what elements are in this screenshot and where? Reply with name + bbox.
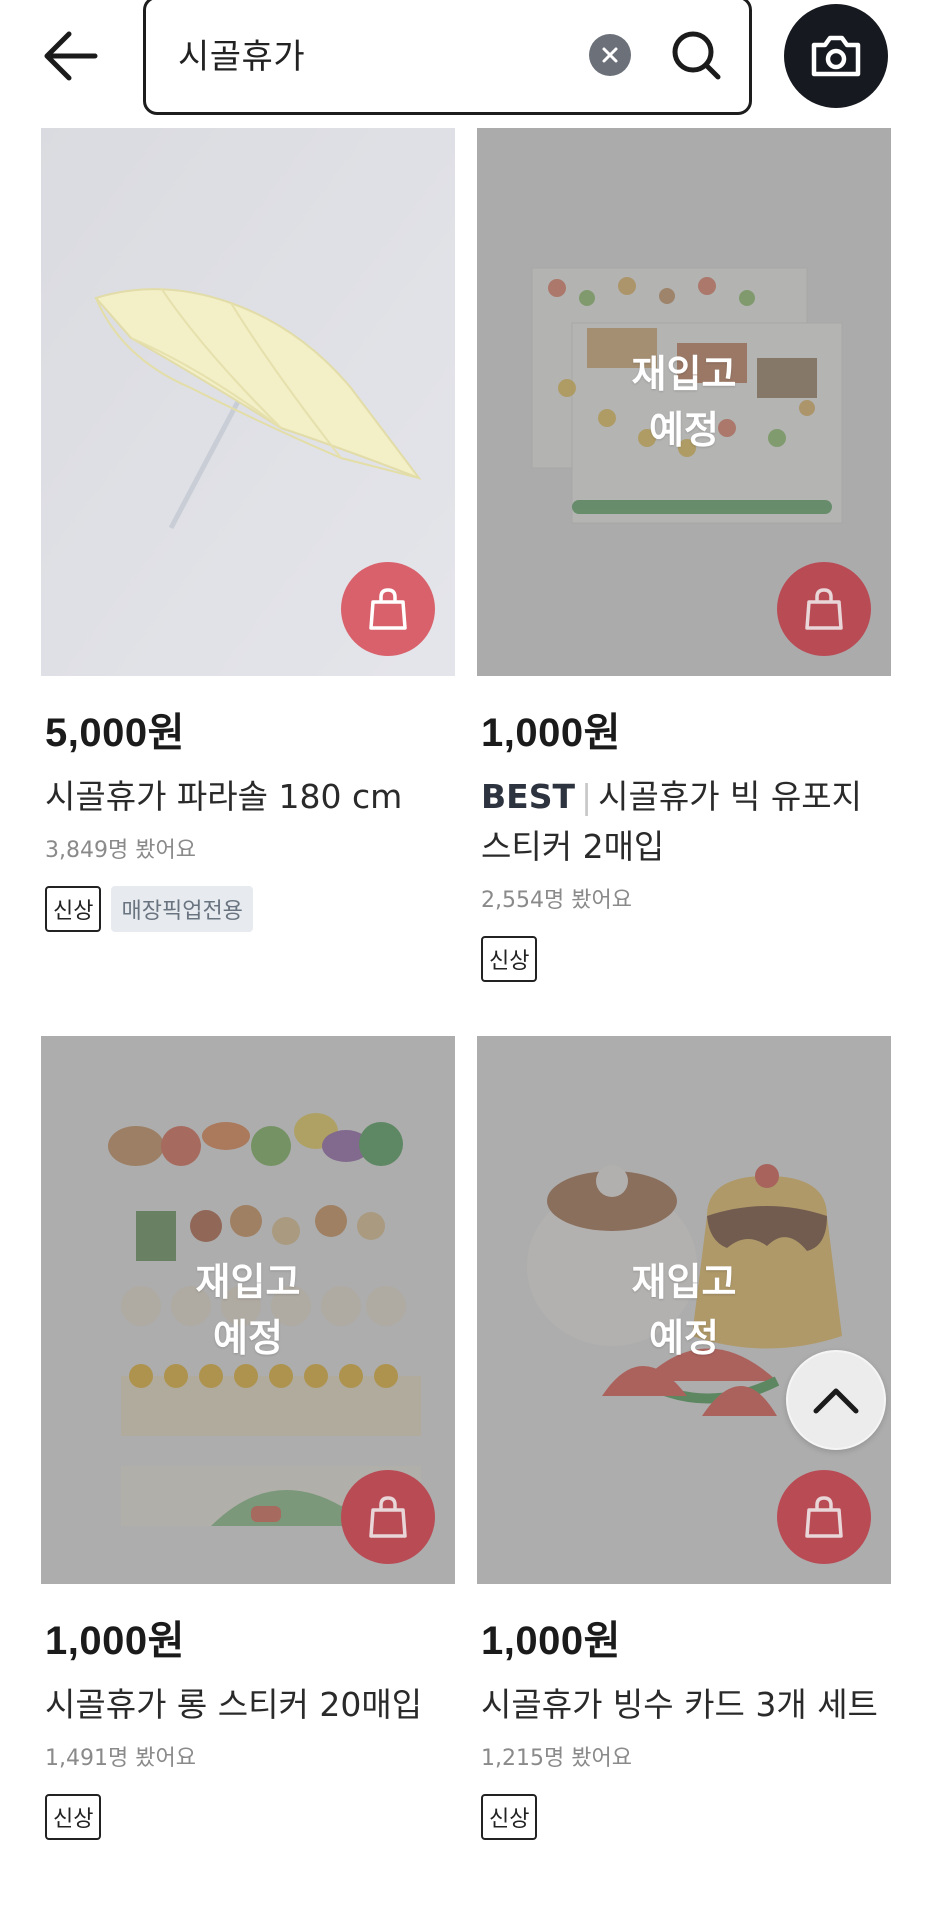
add-to-cart-button[interactable] [777,562,871,656]
product-image[interactable]: 재입고 예정 [477,1036,891,1584]
add-to-cart-button[interactable] [777,1470,871,1564]
product-tags: 신상 [481,936,891,982]
product-views: 2,554명 봤어요 [481,888,632,913]
restock-line-2: 예정 [649,408,719,452]
search-header: 시골휴가 [0,0,926,124]
search-query-text[interactable]: 시골휴가 [178,29,305,78]
add-to-cart-button[interactable] [341,1470,435,1564]
product-views: 3,849명 봤어요 [45,838,196,863]
camera-search-button[interactable] [784,4,888,108]
product-tags: 신상 [45,1794,455,1840]
scroll-to-top-button[interactable] [786,1350,886,1450]
product-price: 1,000원 [45,1619,185,1663]
restock-line-1: 재입고 [631,352,737,396]
restock-overlay: 재입고 예정 [477,1254,891,1366]
product-title[interactable]: BEST | 시골휴가 빅 유포지 스티커 2매입 [481,772,891,872]
product-title[interactable]: 시골휴가 파라솔 180 cm [45,772,455,822]
product-card[interactable]: 5,000원 시골휴가 파라솔 180 cm 3,849명 봤어요 신상 매장픽… [41,128,455,932]
product-tags: 신상 [481,1794,891,1840]
search-icon [672,31,721,80]
product-image[interactable] [41,128,455,676]
product-title[interactable]: 시골휴가 빙수 카드 3개 세트 [481,1680,891,1730]
product-card[interactable]: 재입고 예정 1,000원 BEST | 시골휴가 빅 유포지 스티커 2매입 2,… [477,128,891,982]
new-badge: 신상 [481,936,538,982]
new-badge: 신상 [481,1794,538,1840]
shopping-bag-icon [369,1496,407,1538]
shopping-bag-icon [369,588,407,630]
product-card[interactable]: 재입고 예정 1,000원 시골휴가 롱 스티커 20매입 1,491명 봤어요… [41,1036,455,1840]
product-price: 5,000원 [45,711,185,755]
restock-overlay: 재입고 예정 [41,1254,455,1366]
restock-line-1: 재입고 [195,1260,301,1304]
shopping-bag-icon [805,1496,843,1538]
shopping-bag-icon [805,588,843,630]
restock-overlay: 재입고 예정 [477,346,891,458]
clear-search-button[interactable] [589,34,631,76]
product-views: 1,491명 봤어요 [45,1746,196,1771]
product-title[interactable]: 시골휴가 롱 스티커 20매입 [45,1680,455,1730]
best-label: BEST [481,777,575,816]
camera-icon [811,35,861,77]
add-to-cart-button[interactable] [341,562,435,656]
restock-line-1: 재입고 [631,1260,737,1304]
product-tags: 신상 매장픽업전용 [45,886,455,932]
chevron-up-icon [813,1388,859,1414]
new-badge: 신상 [45,1794,102,1840]
product-price: 1,000원 [481,1619,621,1663]
clear-x-icon [602,47,618,63]
title-separator: | [580,777,593,816]
arrow-left-icon [44,31,98,81]
back-button[interactable] [36,20,106,92]
search-input[interactable]: 시골휴가 [143,0,752,115]
restock-line-2: 예정 [213,1316,283,1360]
pickup-only-badge: 매장픽업전용 [111,886,253,932]
product-price: 1,000원 [481,711,621,755]
search-button[interactable] [666,25,726,85]
new-badge: 신상 [45,886,102,932]
product-image[interactable]: 재입고 예정 [41,1036,455,1584]
product-views: 1,215명 봤어요 [481,1746,632,1771]
product-image[interactable]: 재입고 예정 [477,128,891,676]
